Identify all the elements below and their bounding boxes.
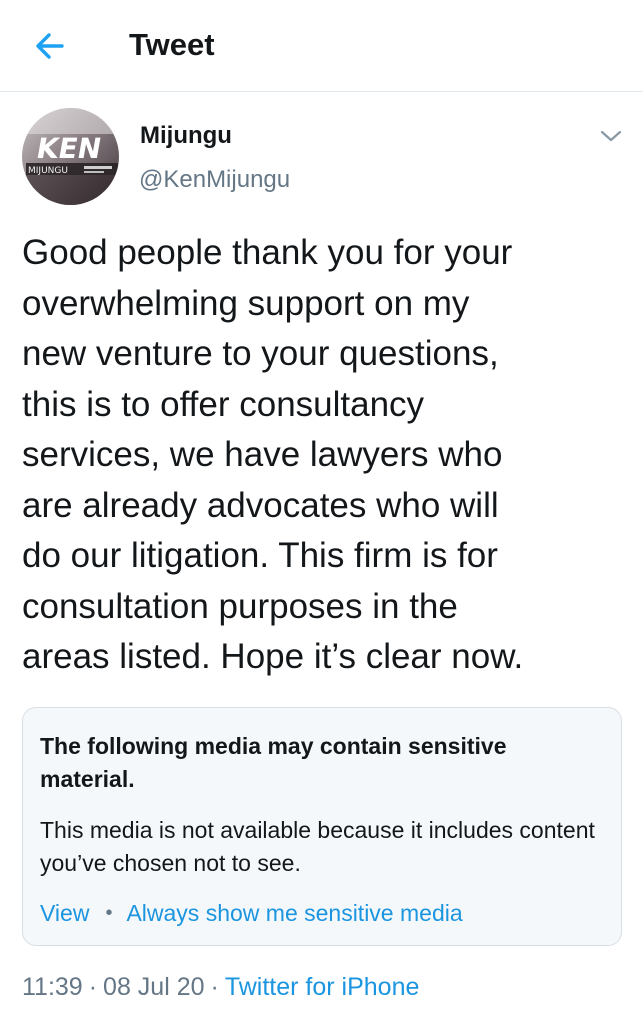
top-app-bar: Tweet (0, 0, 643, 92)
meta-separator: · (210, 973, 219, 1001)
chevron-down-icon (600, 130, 622, 142)
author-handle[interactable]: @KenMijungu (139, 165, 290, 195)
sensitive-media-description: This media is not available because it i… (40, 817, 595, 876)
more-options-button[interactable] (594, 122, 628, 150)
tweet-metadata: 11:39 · 08 Jul 20 · Twitter for iPhone (22, 971, 419, 1003)
tweet-date: 08 Jul 20 (103, 973, 205, 1001)
tweet-text: Good people thank you for your overwhelm… (22, 233, 524, 676)
avatar[interactable]: KEN MIJUNGU (22, 108, 119, 205)
always-show-sensitive-link[interactable]: Always show me sensitive media (126, 898, 462, 928)
avatar-image: KEN MIJUNGU (22, 108, 119, 205)
view-media-link[interactable]: View (40, 898, 89, 928)
sensitive-media-title: The following media may contain sensitiv… (40, 733, 507, 792)
arrow-left-icon (36, 33, 64, 59)
author-name[interactable]: Mijungu (140, 121, 232, 151)
svg-text:MIJUNGU: MIJUNGU (28, 166, 68, 176)
tweet-time: 11:39 (22, 973, 83, 1001)
tweet-source-link[interactable]: Twitter for iPhone (225, 971, 420, 1003)
back-button[interactable] (26, 24, 74, 68)
sensitive-media-notice: The following media may contain sensitiv… (22, 707, 622, 946)
svg-text:KEN: KEN (34, 132, 104, 165)
sensitive-media-actions: View • Always show me sensitive media (40, 898, 463, 928)
separator-dot: • (105, 902, 113, 924)
tweet-detail-screen: Tweet KEN MIJUNGU Mijungu @KenMijungu Go… (0, 0, 643, 1024)
page-title: Tweet (129, 27, 215, 62)
meta-separator: · (88, 973, 98, 1001)
